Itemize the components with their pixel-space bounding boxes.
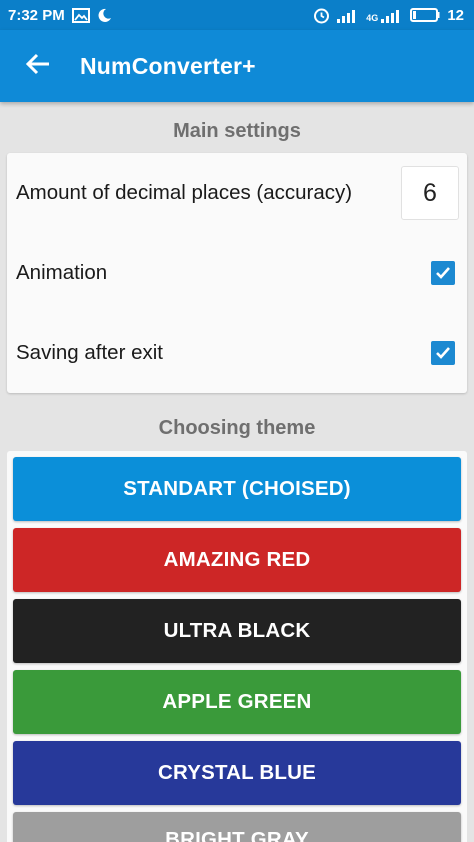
theme-apple-green-button[interactable]: APPLE GREEN: [13, 670, 461, 734]
decimal-places-input[interactable]: 6: [401, 166, 459, 220]
check-icon: [436, 267, 450, 279]
battery-icon: [410, 8, 440, 22]
signal-icon: [337, 8, 359, 23]
app-title: NumConverter+: [80, 52, 256, 79]
battery-level: 12: [447, 6, 464, 24]
moon-icon: [97, 8, 112, 23]
animation-row: Animation: [7, 233, 467, 313]
check-icon: [436, 347, 450, 359]
status-time: 7:32 PM: [8, 6, 65, 24]
theme-list: STANDART (CHOISED) AMAZING RED ULTRA BLA…: [7, 451, 467, 842]
theme-ultra-black-button[interactable]: ULTRA BLACK: [13, 599, 461, 663]
theme-bright-gray-button[interactable]: BRIGHT GRAY: [13, 812, 461, 842]
network-type: 4G: [366, 12, 379, 23]
image-icon: [71, 7, 90, 23]
choosing-theme-header: Choosing theme: [158, 417, 316, 439]
saving-after-exit-row: Saving after exit: [7, 313, 467, 393]
saving-after-exit-checkbox[interactable]: [431, 341, 455, 365]
animation-checkbox[interactable]: [431, 261, 455, 285]
signal-4g-icon: [381, 8, 403, 23]
status-bar: 7:32 PM 4G 12: [0, 0, 474, 30]
arrow-left-icon: [25, 51, 51, 82]
back-button[interactable]: [8, 36, 68, 96]
theme-standart-button[interactable]: STANDART (CHOISED): [13, 457, 461, 521]
main-settings-header: Main settings: [173, 120, 301, 142]
theme-amazing-red-button[interactable]: AMAZING RED: [13, 528, 461, 592]
decimal-places-row: Amount of decimal places (accuracy) 6: [7, 153, 467, 233]
decimal-places-label: Amount of decimal places (accuracy): [16, 181, 353, 204]
alarm-icon: [313, 7, 330, 24]
saving-after-exit-label: Saving after exit: [16, 341, 163, 364]
settings-card: Amount of decimal places (accuracy) 6 An…: [7, 153, 467, 393]
app-bar: NumConverter+: [0, 30, 474, 102]
theme-crystal-blue-button[interactable]: CRYSTAL BLUE: [13, 741, 461, 805]
animation-label: Animation: [16, 261, 108, 284]
